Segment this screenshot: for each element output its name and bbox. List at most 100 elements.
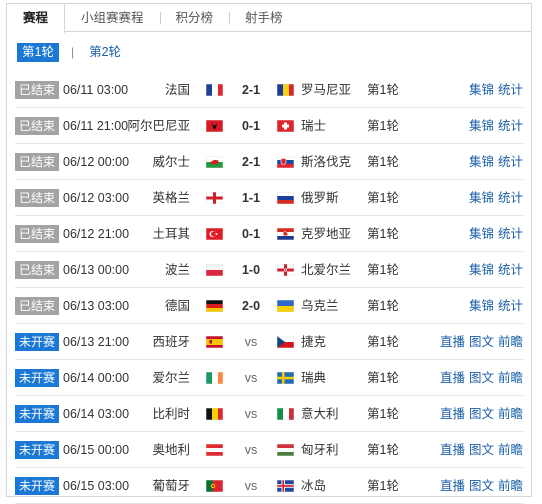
match-round: 第1轮 bbox=[367, 155, 399, 169]
match-score: 1-0 bbox=[241, 263, 261, 277]
status-badge: 已结束 bbox=[15, 153, 59, 171]
match-list: 已结束 06/11 03:00 法国 2-1 罗马尼亚 第1轮 集锦 统计 已结束 06/11 2… bbox=[7, 72, 531, 504]
match-link[interactable]: 集锦 bbox=[469, 191, 494, 205]
match-link[interactable]: 集锦 bbox=[469, 119, 494, 133]
austria-flag-icon bbox=[206, 444, 223, 456]
away-team: 瑞典 bbox=[301, 371, 327, 385]
match-score: vs bbox=[244, 479, 258, 493]
match-link[interactable]: 统计 bbox=[498, 83, 523, 97]
russia-flag-icon bbox=[277, 192, 294, 204]
belgium-flag-icon bbox=[206, 408, 223, 420]
status-badge: 已结束 bbox=[15, 189, 59, 207]
match-score: 0-1 bbox=[241, 227, 261, 241]
romania-flag-icon bbox=[277, 84, 294, 96]
away-team: 匈牙利 bbox=[301, 443, 339, 457]
match-score: vs bbox=[244, 407, 258, 421]
match-row: 已结束 06/13 00:00 波兰 1-0 北爱尔兰 第1轮 集锦 统计 bbox=[15, 252, 523, 288]
match-link[interactable]: 统计 bbox=[498, 155, 523, 169]
match-link[interactable]: 统计 bbox=[498, 299, 523, 313]
match-link[interactable]: 集锦 bbox=[469, 227, 494, 241]
round-tab-2[interactable]: 第2轮 bbox=[84, 43, 126, 62]
match-links: 集锦 统计 bbox=[465, 108, 523, 144]
match-link[interactable]: 统计 bbox=[498, 191, 523, 205]
match-round: 第1轮 bbox=[367, 83, 399, 97]
home-team: 阿尔巴尼亚 bbox=[127, 119, 190, 133]
status-badge: 已结束 bbox=[15, 117, 59, 135]
sweden-flag-icon bbox=[277, 372, 294, 384]
home-team: 土耳其 bbox=[152, 227, 190, 241]
match-link[interactable]: 图文 bbox=[469, 443, 494, 457]
status-badge: 已结束 bbox=[15, 261, 59, 279]
tab-bar: 赛程 小组赛赛程 积分榜 射手榜 bbox=[7, 4, 531, 33]
match-link[interactable]: 直播 bbox=[440, 407, 465, 421]
match-links: 直播 图文 前瞻 bbox=[436, 468, 523, 504]
match-row: 未开赛 06/14 03:00 比利时 vs 意大利 第1轮 直播 图文 前瞻 bbox=[15, 396, 523, 432]
match-row: 未开赛 06/13 21:00 西班牙 vs 捷克 第1轮 直播 图文 前瞻 bbox=[15, 324, 523, 360]
home-team: 英格兰 bbox=[152, 191, 190, 205]
match-time: 06/15 03:00 bbox=[63, 479, 130, 493]
status-badge: 未开赛 bbox=[15, 441, 59, 459]
match-link[interactable]: 图文 bbox=[469, 371, 494, 385]
match-link[interactable]: 图文 bbox=[469, 479, 494, 493]
tab-scorers[interactable]: 射手榜 bbox=[229, 4, 299, 32]
match-round: 第1轮 bbox=[367, 479, 399, 493]
match-links: 集锦 统计 bbox=[465, 288, 523, 324]
away-team: 斯洛伐克 bbox=[301, 155, 352, 169]
match-link[interactable]: 集锦 bbox=[469, 263, 494, 277]
match-link[interactable]: 前瞻 bbox=[498, 335, 523, 349]
match-links: 直播 图文 前瞻 bbox=[436, 432, 523, 468]
match-score: 1-1 bbox=[241, 191, 261, 205]
match-link[interactable]: 集锦 bbox=[469, 299, 494, 313]
match-link[interactable]: 前瞻 bbox=[498, 371, 523, 385]
italy-flag-icon bbox=[277, 408, 294, 420]
spain-flag-icon bbox=[206, 336, 223, 348]
round-tab-1[interactable]: 第1轮 bbox=[17, 42, 59, 62]
match-row: 未开赛 06/14 00:00 爱尔兰 vs 瑞典 第1轮 直播 图文 前瞻 bbox=[15, 360, 523, 396]
croatia-flag-icon bbox=[277, 228, 294, 240]
match-links: 集锦 统计 bbox=[465, 144, 523, 180]
status-badge: 未开赛 bbox=[15, 369, 59, 387]
match-link[interactable]: 前瞻 bbox=[498, 407, 523, 421]
match-round: 第1轮 bbox=[367, 407, 399, 421]
tab-standings[interactable]: 积分榜 bbox=[159, 4, 230, 32]
home-team: 爱尔兰 bbox=[152, 371, 190, 385]
match-score: vs bbox=[244, 335, 258, 349]
away-team: 罗马尼亚 bbox=[301, 83, 352, 97]
match-link[interactable]: 前瞻 bbox=[498, 443, 523, 457]
match-link[interactable]: 直播 bbox=[440, 371, 465, 385]
match-link[interactable]: 前瞻 bbox=[498, 479, 523, 493]
match-link[interactable]: 直播 bbox=[440, 335, 465, 349]
away-team: 乌克兰 bbox=[301, 299, 339, 313]
iceland-flag-icon bbox=[277, 480, 294, 492]
match-link[interactable]: 集锦 bbox=[469, 83, 494, 97]
status-badge: 未开赛 bbox=[15, 333, 59, 351]
match-link[interactable]: 图文 bbox=[469, 407, 494, 421]
slovakia-flag-icon bbox=[277, 156, 294, 168]
match-score: 2-0 bbox=[241, 299, 261, 313]
match-link[interactable]: 直播 bbox=[440, 479, 465, 493]
away-team: 捷克 bbox=[301, 335, 327, 349]
schedule-panel: 赛程 小组赛赛程 积分榜 射手榜 第1轮 | 第2轮 已结束 06/11 03:00 法国… bbox=[6, 3, 532, 504]
ukraine-flag-icon bbox=[277, 300, 294, 312]
match-link[interactable]: 图文 bbox=[469, 335, 494, 349]
match-time: 06/11 03:00 bbox=[63, 83, 129, 97]
match-row: 未开赛 06/15 00:00 奥地利 vs 匈牙利 第1轮 直播 图文 前瞻 bbox=[15, 432, 523, 468]
england-flag-icon bbox=[206, 192, 223, 204]
away-team: 瑞士 bbox=[301, 119, 327, 133]
away-team: 冰岛 bbox=[301, 479, 327, 493]
tab-group-schedule[interactable]: 小组赛赛程 bbox=[65, 4, 160, 32]
match-time: 06/13 21:00 bbox=[63, 335, 130, 349]
match-score: vs bbox=[244, 371, 258, 385]
match-link[interactable]: 统计 bbox=[498, 227, 523, 241]
home-team: 波兰 bbox=[164, 263, 190, 277]
home-team: 法国 bbox=[164, 83, 190, 97]
match-time: 06/13 03:00 bbox=[63, 299, 130, 313]
home-team: 德国 bbox=[164, 299, 190, 313]
match-link[interactable]: 集锦 bbox=[469, 155, 494, 169]
match-link[interactable]: 统计 bbox=[498, 119, 523, 133]
match-link[interactable]: 直播 bbox=[440, 443, 465, 457]
status-badge: 未开赛 bbox=[15, 477, 59, 495]
tab-schedule[interactable]: 赛程 bbox=[7, 4, 66, 33]
match-row: 未开赛 06/15 03:00 葡萄牙 vs 冰岛 第1轮 直播 图文 前瞻 bbox=[15, 468, 523, 504]
match-link[interactable]: 统计 bbox=[498, 263, 523, 277]
